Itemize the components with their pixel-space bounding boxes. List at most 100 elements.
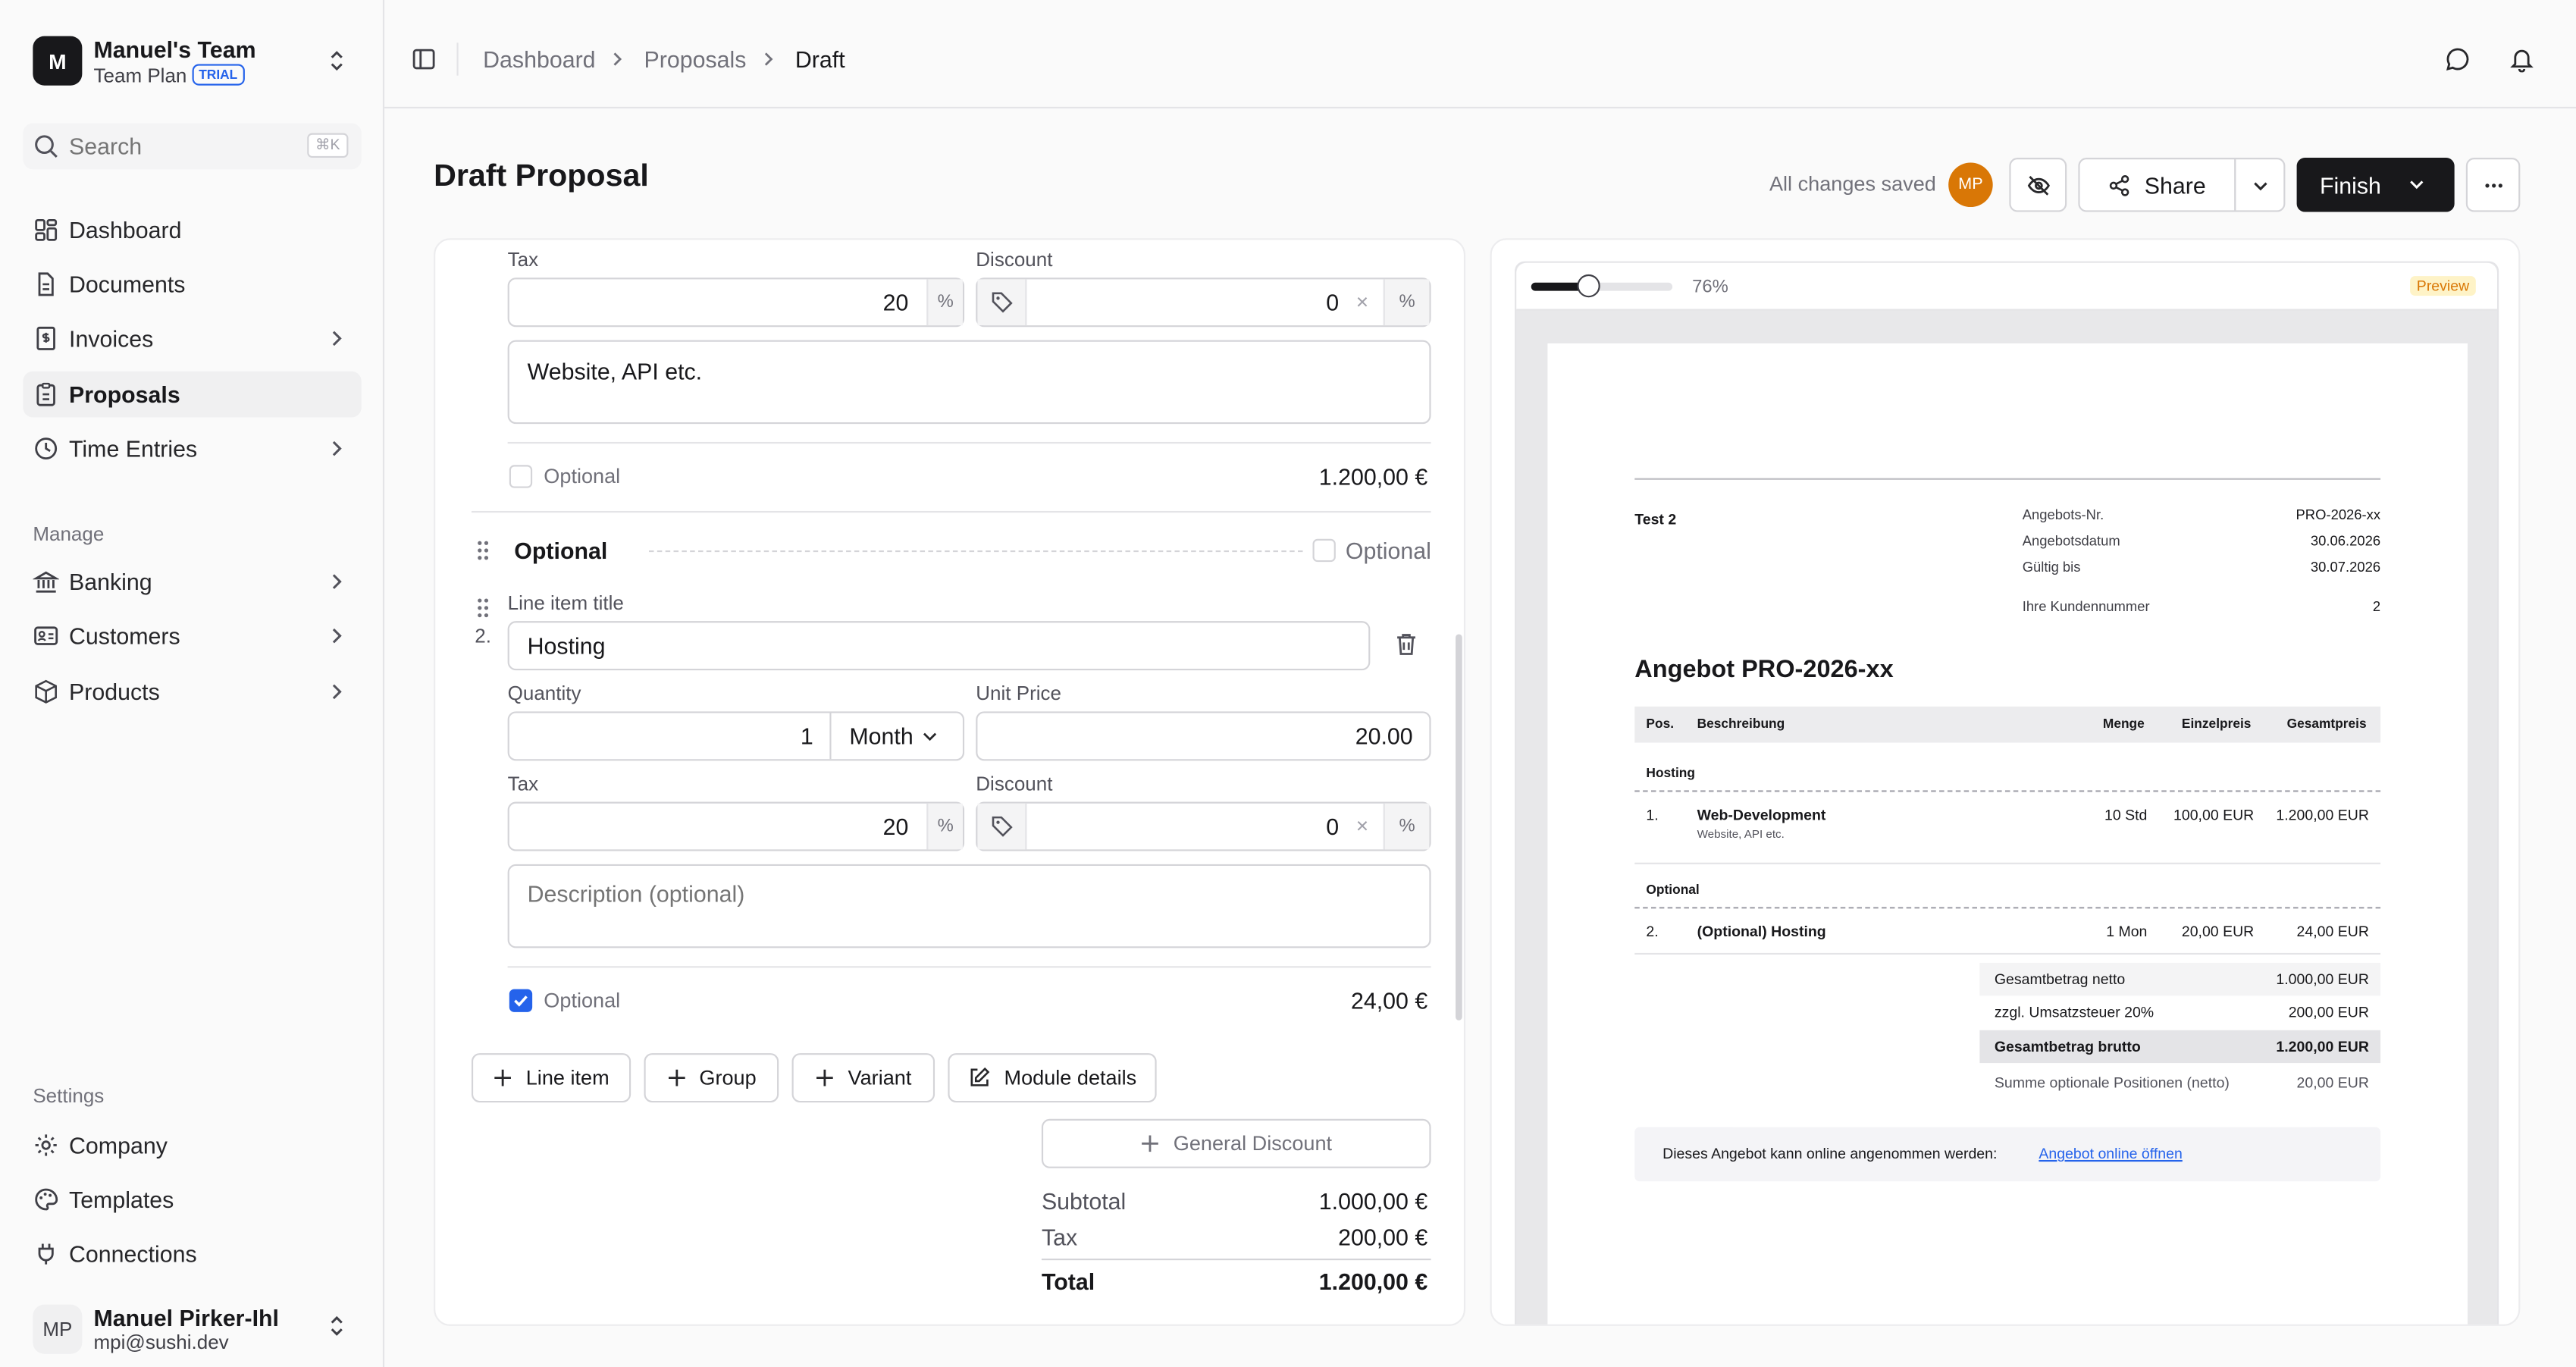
nav-documents[interactable]: Documents (23, 262, 361, 308)
finish-button[interactable]: Finish (2296, 158, 2455, 212)
group-optional-checkbox[interactable] (1312, 538, 1336, 563)
discount-value: 0 (1326, 289, 1340, 316)
clear-icon[interactable]: × (1356, 289, 1368, 314)
general-discount-button[interactable]: General Discount (1041, 1118, 1431, 1168)
nav-company[interactable]: Company (23, 1122, 361, 1168)
nav-customers[interactable]: Customers (23, 613, 361, 659)
clear-icon[interactable]: × (1356, 814, 1368, 839)
message-icon[interactable] (2445, 46, 2471, 73)
row-rule (1634, 862, 2381, 864)
optional-checkbox[interactable] (509, 465, 533, 488)
share-button[interactable]: Share (2078, 158, 2236, 212)
plus-icon (1142, 1135, 1159, 1152)
button-label: Variant (848, 1066, 912, 1090)
button-label: Group (699, 1066, 757, 1090)
topbar: Dashboard Proposals Draft (384, 0, 2576, 109)
more-icon (2484, 183, 2502, 187)
user-menu[interactable]: MP Manuel Pirker-Ihl mpi@sushi.dev (23, 1291, 361, 1360)
nav-dashboard[interactable]: Dashboard (23, 207, 361, 253)
summary-key: Gesamtbetrag brutto (1994, 1038, 2141, 1055)
bell-icon[interactable] (2509, 46, 2535, 73)
user-email: mpi@sushi.dev (93, 1331, 229, 1354)
nav-connections[interactable]: Connections (23, 1231, 361, 1277)
tax-input[interactable]: 20 % (507, 277, 965, 328)
edit-square-icon (970, 1067, 990, 1086)
share-label: Share (2144, 171, 2206, 199)
nav-banking[interactable]: Banking (23, 559, 361, 605)
trash-icon[interactable] (1393, 631, 1420, 657)
drag-handle-icon[interactable] (475, 539, 491, 562)
search-shortcut: ⌘K (307, 133, 349, 158)
divider (507, 441, 1431, 444)
drag-handle-icon[interactable] (475, 597, 491, 619)
summary-key: Gesamtbetrag netto (1994, 970, 2126, 988)
chevron-down-icon (923, 732, 937, 742)
add-line-item-button[interactable]: Line item (471, 1053, 631, 1103)
line-total: 24,00 € (1350, 987, 1428, 1014)
unit-price-label: Unit Price (976, 682, 1061, 705)
quantity-input[interactable]: 1 Month (507, 711, 965, 761)
line-number: 2. (475, 624, 491, 647)
nav-label: Customers (69, 622, 180, 650)
description-textarea[interactable]: Website, API etc. (507, 340, 1431, 425)
unit-select[interactable]: Month (829, 713, 963, 760)
chevron-right-icon (332, 684, 342, 700)
description-textarea[interactable] (507, 864, 1431, 948)
line-title-input[interactable]: Hosting (507, 621, 1371, 671)
breadcrumb-proposals[interactable]: Proposals (644, 46, 747, 73)
zoom-slider-thumb[interactable] (1577, 274, 1600, 298)
breadcrumb-current: Draft (794, 45, 845, 73)
discount-label: Discount (976, 248, 1053, 271)
sidebar: M Manuel's Team Team Plan TRIAL ⌘K Dashb… (0, 0, 385, 1367)
nav-label: Invoices (69, 325, 154, 352)
description-text: Website, API etc. (527, 358, 703, 385)
invoice-icon (36, 326, 55, 350)
chevron-right-icon (332, 331, 342, 346)
nav-products[interactable]: Products (23, 669, 361, 715)
add-variant-button[interactable]: Variant (791, 1053, 935, 1103)
customer-card-icon (34, 626, 58, 645)
share-menu-button[interactable] (2234, 158, 2286, 212)
total-value: 1.200,00 € (1318, 1268, 1428, 1295)
chevron-down-icon[interactable] (2407, 174, 2427, 194)
clock-icon (35, 437, 58, 460)
team-switcher[interactable]: M Manuel's Team Team Plan TRIAL (23, 27, 361, 96)
nav-templates[interactable]: Templates (23, 1177, 361, 1223)
summary-key: zzgl. Umsatzsteuer 20% (1994, 1004, 2155, 1021)
more-options-button[interactable] (2465, 158, 2521, 212)
nav-time-entries[interactable]: Time Entries (23, 425, 361, 472)
plus-icon (494, 1069, 512, 1086)
bank-icon (33, 571, 60, 593)
quantity-value: 1 (800, 723, 813, 750)
user-name: Manuel Pirker-Ihl (93, 1304, 280, 1331)
row-unit: 100,00 EUR (2173, 807, 2255, 823)
group-rule (1634, 907, 2381, 909)
nav-proposals[interactable]: Proposals (23, 371, 362, 418)
check-icon (514, 995, 528, 1007)
line-title-value: Hosting (527, 632, 606, 660)
breadcrumb-dashboard[interactable]: Dashboard (483, 46, 595, 73)
add-group-button[interactable]: Group (644, 1053, 779, 1103)
sidebar-toggle-icon[interactable] (411, 46, 437, 73)
group-title[interactable]: Optional (514, 538, 607, 564)
line-total: 1.200,00 € (1318, 463, 1428, 490)
percent-addon: % (1383, 279, 1430, 326)
search-input[interactable] (69, 130, 299, 163)
search-box[interactable]: ⌘K (23, 123, 362, 170)
percent-addon: % (926, 803, 963, 850)
tax-input[interactable]: 20 % (507, 801, 965, 851)
unit-price-input[interactable]: 20.00 (976, 711, 1431, 761)
button-label: Module details (1004, 1066, 1137, 1090)
note-link[interactable]: Angebot online öffnen (2039, 1145, 2182, 1162)
meta-value: 30.06.2026 (2310, 532, 2381, 549)
module-details-button[interactable]: Module details (948, 1053, 1157, 1103)
discount-input[interactable]: 0 × % (976, 277, 1431, 328)
visibility-toggle-button[interactable] (2009, 158, 2067, 212)
scrollbar[interactable] (1456, 634, 1462, 1021)
optional-checkbox[interactable] (509, 989, 533, 1012)
percent-addon: % (926, 279, 963, 326)
nav-invoices[interactable]: Invoices (23, 315, 361, 362)
zoom-slider[interactable] (1531, 274, 1673, 298)
discount-input[interactable]: 0 × % (976, 801, 1431, 851)
nav-label: Proposals (69, 381, 180, 408)
